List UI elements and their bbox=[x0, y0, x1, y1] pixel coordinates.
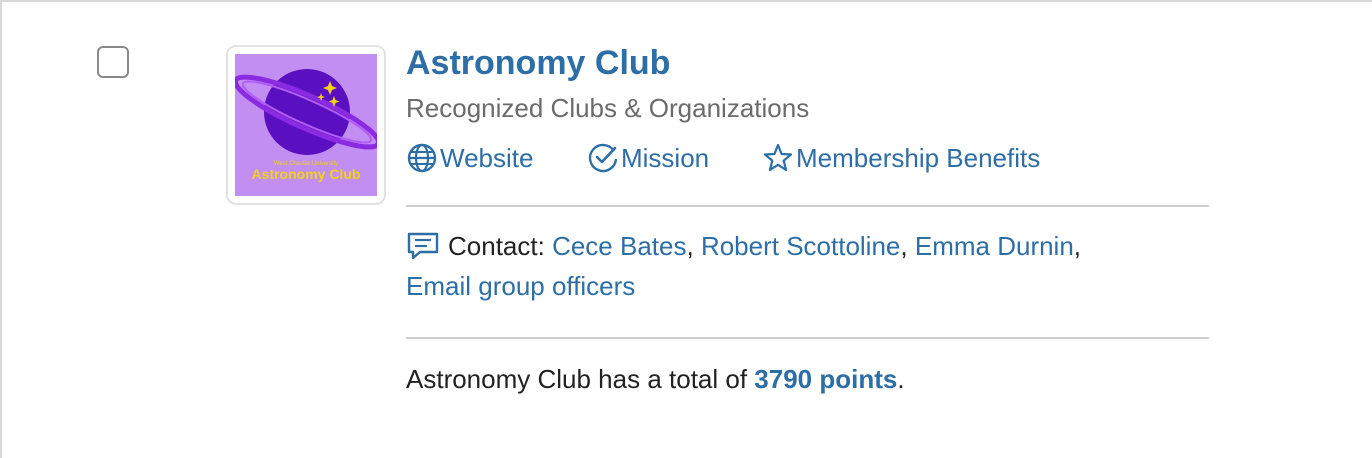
select-checkbox[interactable] bbox=[97, 46, 129, 78]
check-circle-icon bbox=[588, 143, 618, 173]
contact-separator: , bbox=[900, 230, 908, 261]
points-value-link[interactable]: 3790 points bbox=[754, 364, 897, 394]
org-logo[interactable]: West Chester University Astronomy Club bbox=[226, 45, 386, 205]
contact-person-link[interactable]: Robert Scottoline bbox=[701, 231, 900, 262]
website-link[interactable]: Website bbox=[406, 142, 533, 174]
globe-icon bbox=[407, 143, 437, 173]
membership-benefits-link[interactable]: Membership Benefits bbox=[762, 142, 1040, 174]
org-title-link[interactable]: Astronomy Club bbox=[406, 44, 670, 83]
membership-benefits-label: Membership Benefits bbox=[796, 142, 1041, 173]
comment-icon bbox=[407, 232, 439, 260]
mission-link[interactable]: Mission bbox=[587, 142, 709, 174]
divider-bottom bbox=[406, 337, 1209, 339]
email-officers-row: Email group officers bbox=[406, 271, 635, 302]
contact-person-link[interactable]: Emma Durnin bbox=[915, 231, 1074, 262]
divider-top bbox=[406, 205, 1209, 207]
website-label: Website bbox=[440, 142, 534, 173]
mission-label: Mission bbox=[621, 142, 710, 173]
contact-row: Contact: Cece Bates, Robert Scottoline, … bbox=[406, 230, 1081, 262]
astronomy-club-logo-image: West Chester University Astronomy Club bbox=[235, 54, 377, 196]
star-icon bbox=[763, 143, 793, 172]
email-group-officers-link[interactable]: Email group officers bbox=[406, 271, 635, 301]
points-suffix: . bbox=[897, 364, 905, 394]
points-summary: Astronomy Club has a total of 3790 point… bbox=[406, 364, 905, 395]
org-category: Recognized Clubs & Organizations bbox=[406, 93, 810, 123]
contact-person-link[interactable]: Cece Bates bbox=[552, 231, 686, 262]
contact-separator: , bbox=[1073, 230, 1082, 261]
contact-separator: , bbox=[686, 230, 694, 261]
logo-caption: Astronomy Club bbox=[252, 166, 361, 182]
org-card: West Chester University Astronomy Club A… bbox=[0, 0, 1372, 458]
points-prefix: Astronomy Club has a total of bbox=[406, 364, 748, 394]
contact-label: Contact: bbox=[448, 230, 545, 261]
